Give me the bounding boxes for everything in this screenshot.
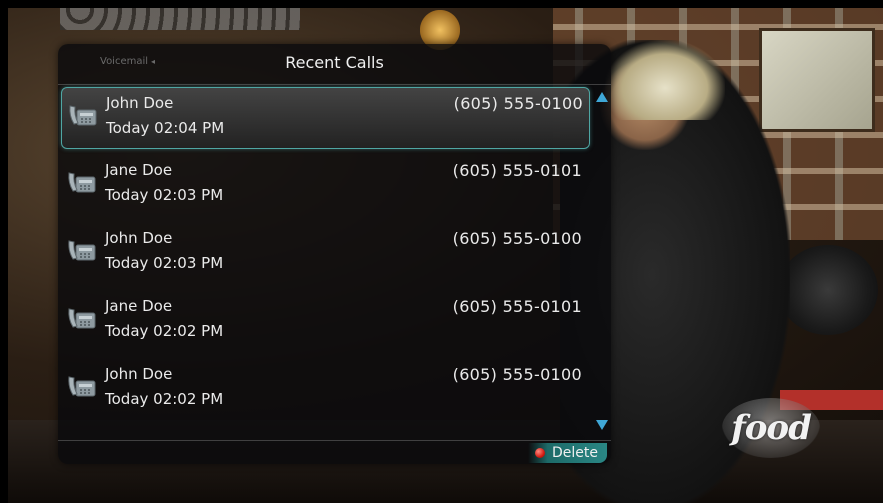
letterbox-left <box>0 0 8 503</box>
caller-number: (605) 555-0100 <box>452 365 582 384</box>
scroll-down-icon[interactable] <box>596 420 608 430</box>
caller-name: Jane Doe <box>105 297 173 315</box>
call-row[interactable]: Jane Doe Today 02:02 PM (605) 555-0101 <box>61 291 588 351</box>
telephone-icon <box>68 172 96 193</box>
delete-button[interactable]: Delete <box>528 443 607 463</box>
call-row[interactable]: Jane Doe Today 02:03 PM (605) 555-0101 <box>61 155 588 215</box>
panel-footer-divider <box>58 440 611 441</box>
call-row[interactable]: John Doe Today 02:02 PM (605) 555-0100 <box>61 359 588 419</box>
scroll-up-icon[interactable] <box>596 92 608 102</box>
caller-name: John Doe <box>105 229 173 247</box>
call-row[interactable]: John Doe Today 02:04 PM (605) 555-0100 <box>61 87 590 149</box>
panel-title: Recent Calls <box>285 53 384 72</box>
call-row[interactable]: John Doe Today 02:03 PM (605) 555-0100 <box>61 223 588 283</box>
network-logo: food <box>722 398 820 458</box>
caller-name: Jane Doe <box>105 161 173 179</box>
caller-name: John Doe <box>105 365 173 383</box>
caller-name: John Doe <box>106 94 174 112</box>
call-time: Today 02:04 PM <box>106 119 225 137</box>
background-hair <box>605 40 725 120</box>
panel-header: Voicemail ◂ Recent Calls <box>58 44 611 85</box>
recent-calls-panel: Voicemail ◂ Recent Calls John Doe Today 0… <box>58 44 611 464</box>
caller-number: (605) 555-0100 <box>453 94 583 113</box>
call-time: Today 02:03 PM <box>105 186 224 204</box>
telephone-icon <box>68 240 96 261</box>
telephone-icon <box>69 105 97 126</box>
call-time: Today 02:03 PM <box>105 254 224 272</box>
background-drum <box>778 245 878 335</box>
letterbox-top <box>0 0 883 8</box>
call-time: Today 02:02 PM <box>105 390 224 408</box>
caller-number: (605) 555-0101 <box>452 297 582 316</box>
caller-number: (605) 555-0101 <box>452 161 582 180</box>
red-button-icon <box>535 448 545 458</box>
telephone-icon <box>68 308 96 329</box>
caller-number: (605) 555-0100 <box>452 229 582 248</box>
telephone-icon <box>68 376 96 397</box>
call-time: Today 02:02 PM <box>105 322 224 340</box>
delete-button-label: Delete <box>552 445 598 461</box>
